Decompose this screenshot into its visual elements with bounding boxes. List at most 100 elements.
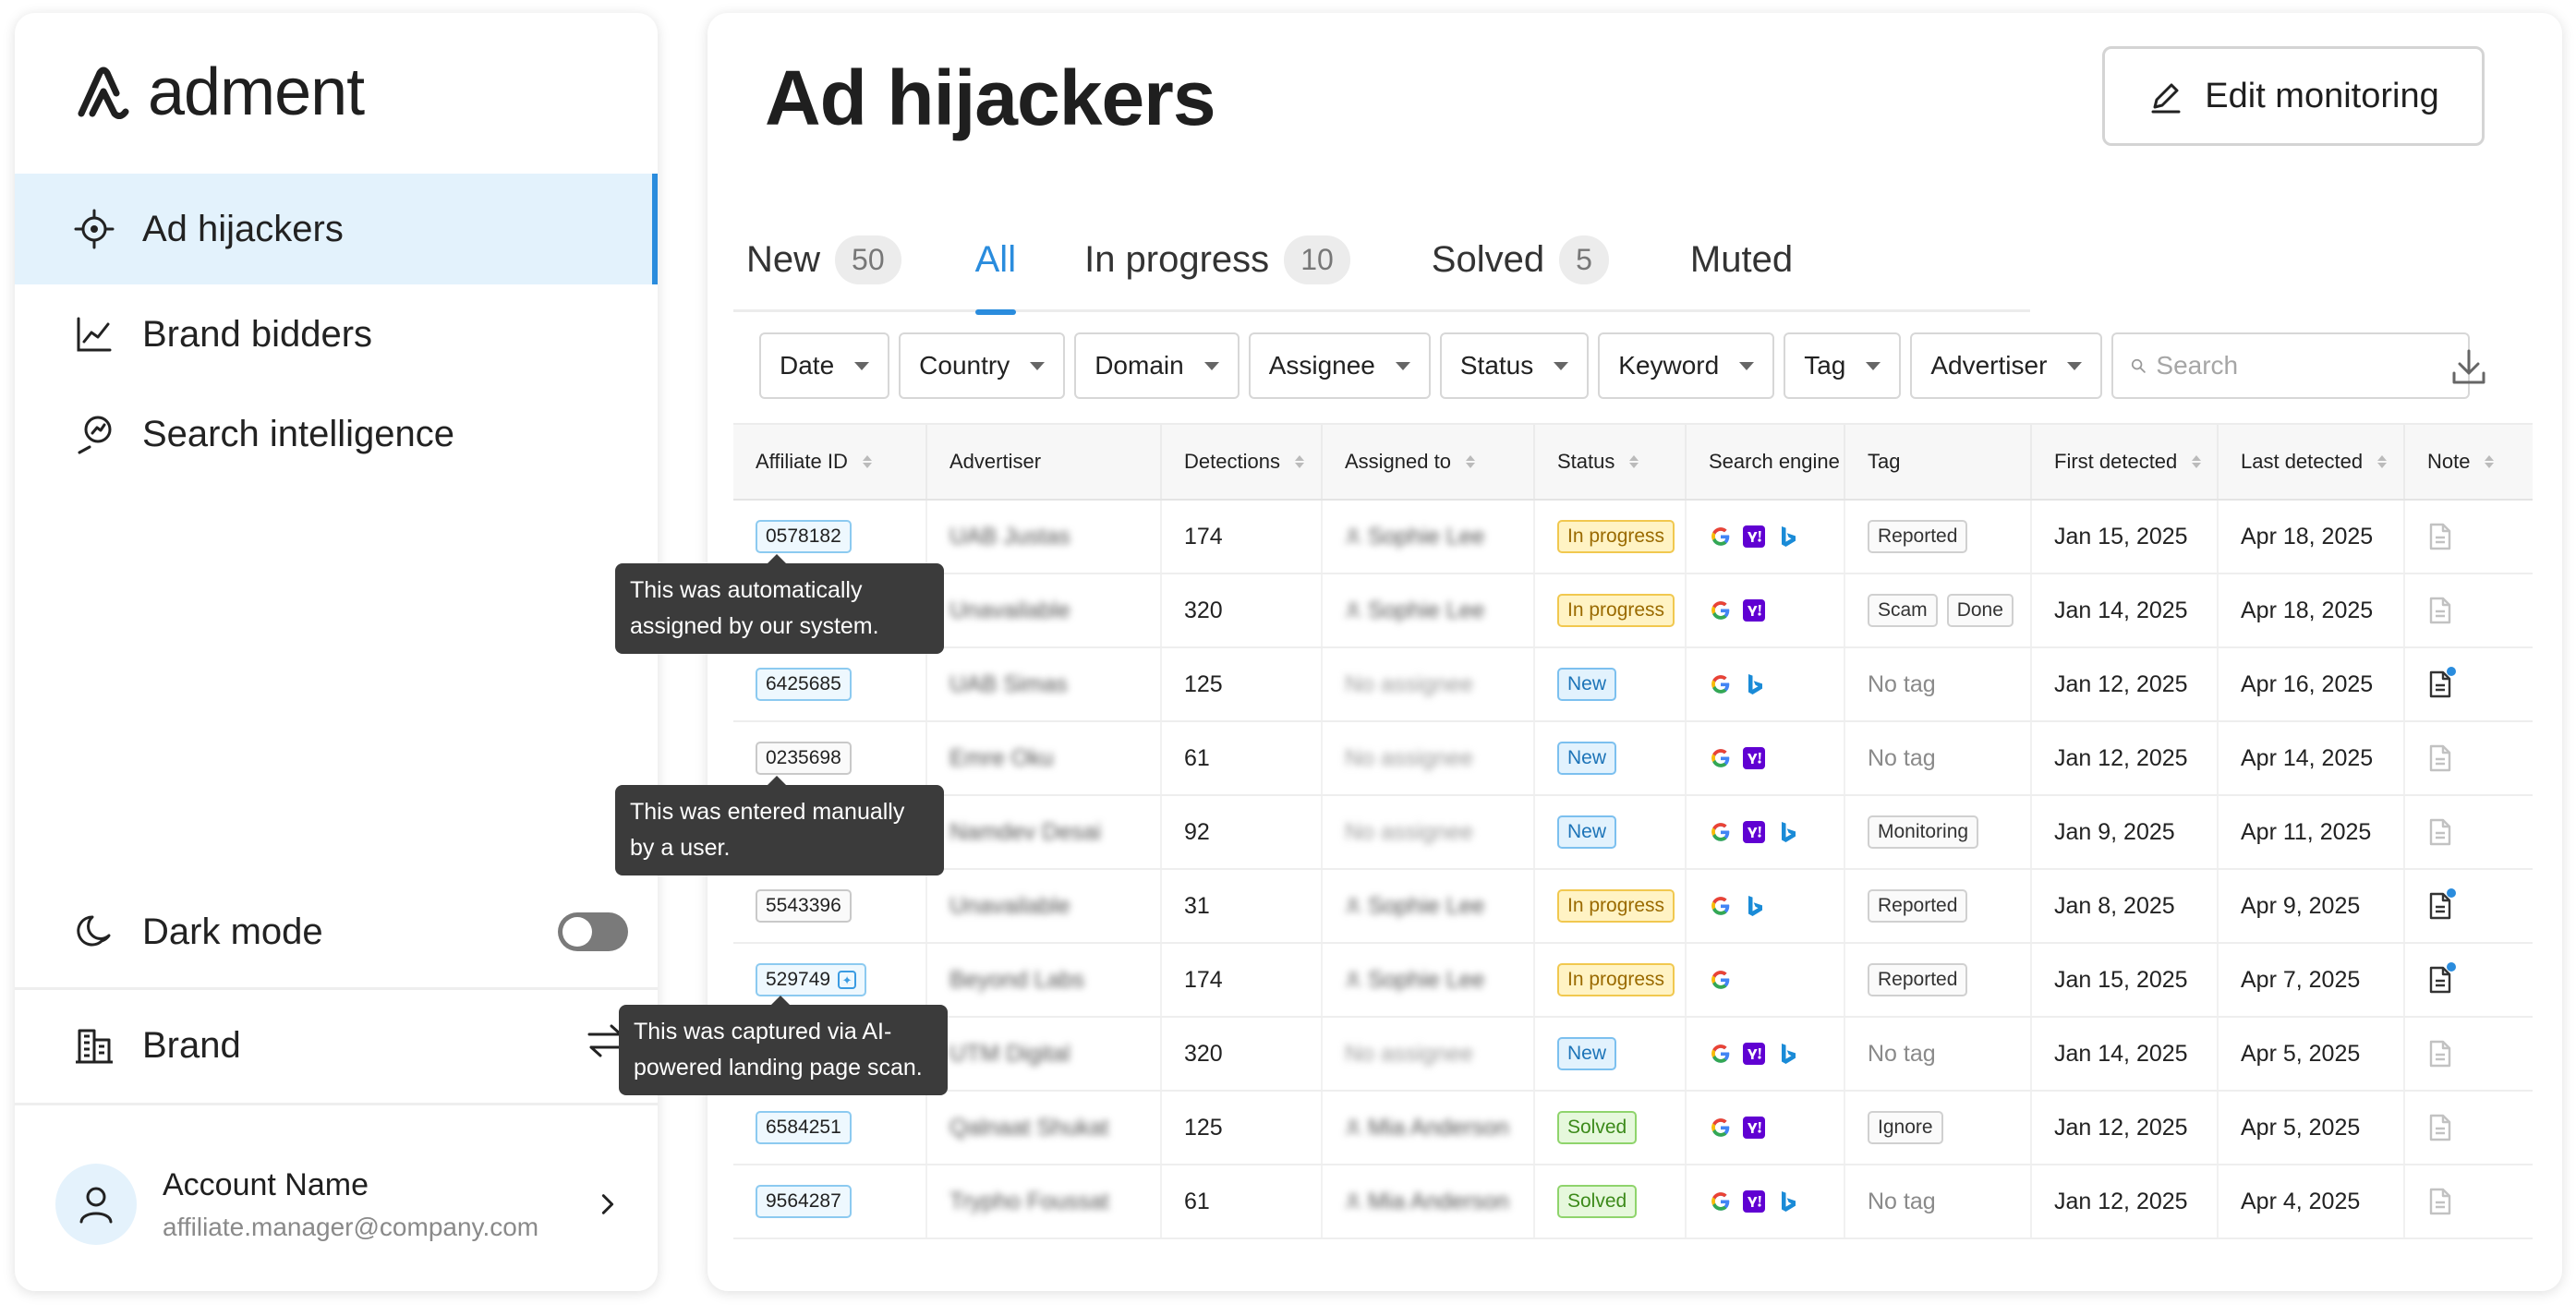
cell-detections: 125 <box>1162 648 1323 720</box>
tag-chip[interactable]: Ignore <box>1868 1111 1943 1144</box>
sort-icon[interactable] <box>2377 455 2388 468</box>
cell-assigned-to[interactable]: Sophie Lee <box>1323 870 1535 942</box>
table-row[interactable]: 0578182 UAB Justas 174 Sophie Lee In progre… <box>733 501 2533 574</box>
table-row[interactable]: 5543396 Unavailable 31 Sophie Lee In progre… <box>733 870 2533 944</box>
sort-icon[interactable] <box>1465 455 1475 468</box>
status-badge[interactable]: New <box>1557 668 1617 701</box>
tag-chip[interactable]: Reported <box>1868 520 1968 553</box>
table-row[interactable]: 5421578UTM Digital320No assigneeNewNo ta… <box>733 1018 2533 1092</box>
affiliate-id-chip[interactable]: 6584251 <box>756 1111 852 1144</box>
note-icon[interactable] <box>2427 523 2453 550</box>
search-input[interactable] <box>2156 351 2452 380</box>
affiliate-id-chip[interactable]: 0235698 <box>756 742 852 775</box>
sidebar-item-search-intelligence[interactable]: Search intelligence <box>15 384 658 484</box>
status-badge[interactable]: New <box>1557 815 1617 849</box>
status-badge[interactable]: New <box>1557 1037 1617 1070</box>
cell-assigned-to[interactable]: No assignee <box>1323 796 1535 868</box>
sidebar-item-ad-hijackers[interactable]: Ad hijackers <box>15 174 658 284</box>
table-row[interactable]: 7499782Namdev Desai92No assigneeNewMonit… <box>733 796 2533 870</box>
edit-monitoring-button[interactable]: Edit monitoring <box>2102 46 2485 146</box>
column-header-detections[interactable]: Detections <box>1162 425 1323 499</box>
cell-assigned-to[interactable]: Mia Anderson <box>1323 1092 1535 1164</box>
note-icon[interactable] <box>2427 597 2453 624</box>
download-icon[interactable] <box>2449 347 2488 386</box>
cell-assigned-to[interactable]: No assignee <box>1323 1018 1535 1090</box>
cell-status: New <box>1535 648 1687 720</box>
cell-detections: 61 <box>1162 722 1323 794</box>
cell-assigned-to[interactable]: No assignee <box>1323 648 1535 720</box>
tag-chip[interactable]: Reported <box>1868 963 1968 996</box>
filter-tag[interactable]: Tag <box>1784 332 1902 399</box>
tab-all[interactable]: All <box>962 207 1029 315</box>
dark-mode-toggle[interactable] <box>558 912 628 951</box>
note-icon[interactable] <box>2427 888 2456 920</box>
filter-country[interactable]: Country <box>899 332 1066 399</box>
cell-assigned-to[interactable]: Sophie Lee <box>1323 501 1535 573</box>
column-label: Tag <box>1868 450 1901 473</box>
cell-first-detected: Jan 8, 2025 <box>2032 870 2219 942</box>
filter-advertiser[interactable]: Advertiser <box>1910 332 2103 399</box>
note-icon[interactable] <box>2427 667 2456 698</box>
tab-muted[interactable]: Muted <box>1677 207 1806 312</box>
filter-status[interactable]: Status <box>1439 332 1590 399</box>
cell-assigned-to[interactable]: Sophie Lee <box>1323 574 1535 646</box>
note-icon[interactable] <box>2427 818 2453 846</box>
affiliate-id-chip[interactable]: 5543396 <box>756 889 852 923</box>
filter-keyword[interactable]: Keyword <box>1598 332 1775 399</box>
assignee-name: Mia Anderson <box>1345 1189 1509 1215</box>
table-row[interactable]: 0235698 Emre Oku 61 No assignee New No tag Jan… <box>733 722 2533 796</box>
column-header-assigned-to[interactable]: Assigned to <box>1323 425 1535 499</box>
status-badge[interactable]: Solved <box>1557 1185 1638 1218</box>
tab-solved[interactable]: Solved 5 <box>1419 207 1622 312</box>
column-header-last-detected[interactable]: Last detected <box>2219 425 2405 499</box>
note-icon[interactable] <box>2427 962 2456 994</box>
account-menu[interactable]: Account Name affiliate.manager@company.c… <box>15 1121 658 1287</box>
table-row[interactable]: 6425685 UAB Simas 125 No assignee New No tag J… <box>733 648 2533 722</box>
table-row[interactable]: 6584251 Qalnaat Shukat 125 Mia Anderson Sol… <box>733 1092 2533 1165</box>
affiliate-id-chip[interactable]: 529749 ✦ <box>756 963 867 996</box>
status-badge[interactable]: Solved <box>1557 1111 1638 1144</box>
column-header-status[interactable]: Status <box>1535 425 1687 499</box>
bing-icon <box>1742 672 1766 696</box>
sort-icon[interactable] <box>1294 455 1304 468</box>
note-icon[interactable] <box>2427 1114 2453 1141</box>
tab-new[interactable]: New 50 <box>733 207 914 312</box>
table-row[interactable]: 9564287 Trypho Foussat 61 Mia Anderson Solv… <box>733 1165 2533 1239</box>
table-row[interactable]: 3055523Unavailable320 Sophie LeeIn progr… <box>733 574 2533 648</box>
tag-chip[interactable]: Scam <box>1868 594 1938 627</box>
sidebar-item-brand-bidders[interactable]: Brand bidders <box>15 284 658 384</box>
status-badge[interactable]: In progress <box>1557 963 1675 996</box>
affiliate-id-value: 6584251 <box>766 1117 841 1138</box>
brand-logo[interactable]: adment <box>74 55 365 129</box>
cell-assigned-to[interactable]: Sophie Lee <box>1323 944 1535 1016</box>
status-badge[interactable]: New <box>1557 742 1617 775</box>
affiliate-id-chip[interactable]: 6425685 <box>756 668 852 701</box>
affiliate-id-chip[interactable]: 0578182 <box>756 520 852 553</box>
affiliate-id-chip[interactable]: 9564287 <box>756 1185 852 1218</box>
column-header-affiliate-id[interactable]: Affiliate ID <box>733 425 927 499</box>
brand-switcher[interactable]: Brand <box>15 990 658 1101</box>
tag-chip[interactable]: Reported <box>1868 889 1968 923</box>
sort-icon[interactable] <box>2192 455 2202 468</box>
cell-assigned-to[interactable]: No assignee <box>1323 722 1535 794</box>
tag-chip[interactable]: Monitoring <box>1868 815 1979 849</box>
column-header-first-detected[interactable]: First detected <box>2032 425 2219 499</box>
filter-date[interactable]: Date <box>759 332 890 399</box>
column-label: Affiliate ID <box>756 450 848 473</box>
table-row[interactable]: 529749 ✦ Beyond Labs 174 Sophie Lee In progr… <box>733 944 2533 1018</box>
filter-assignee[interactable]: Assignee <box>1248 332 1431 399</box>
note-icon[interactable] <box>2427 744 2453 772</box>
note-icon[interactable] <box>2427 1040 2453 1068</box>
status-badge[interactable]: In progress <box>1557 520 1675 553</box>
note-icon[interactable] <box>2427 1188 2453 1215</box>
tag-chip[interactable]: Done <box>1946 594 2014 627</box>
column-header-note[interactable]: Note <box>2405 425 2533 499</box>
cell-assigned-to[interactable]: Mia Anderson <box>1323 1165 1535 1238</box>
sort-icon[interactable] <box>1629 455 1639 468</box>
sort-icon[interactable] <box>2485 455 2495 468</box>
status-badge[interactable]: In progress <box>1557 594 1675 627</box>
tab-in-progress[interactable]: In progress 10 <box>1071 207 1363 312</box>
sort-icon[interactable] <box>862 455 872 468</box>
status-badge[interactable]: In progress <box>1557 889 1675 923</box>
filter-domain[interactable]: Domain <box>1074 332 1240 399</box>
